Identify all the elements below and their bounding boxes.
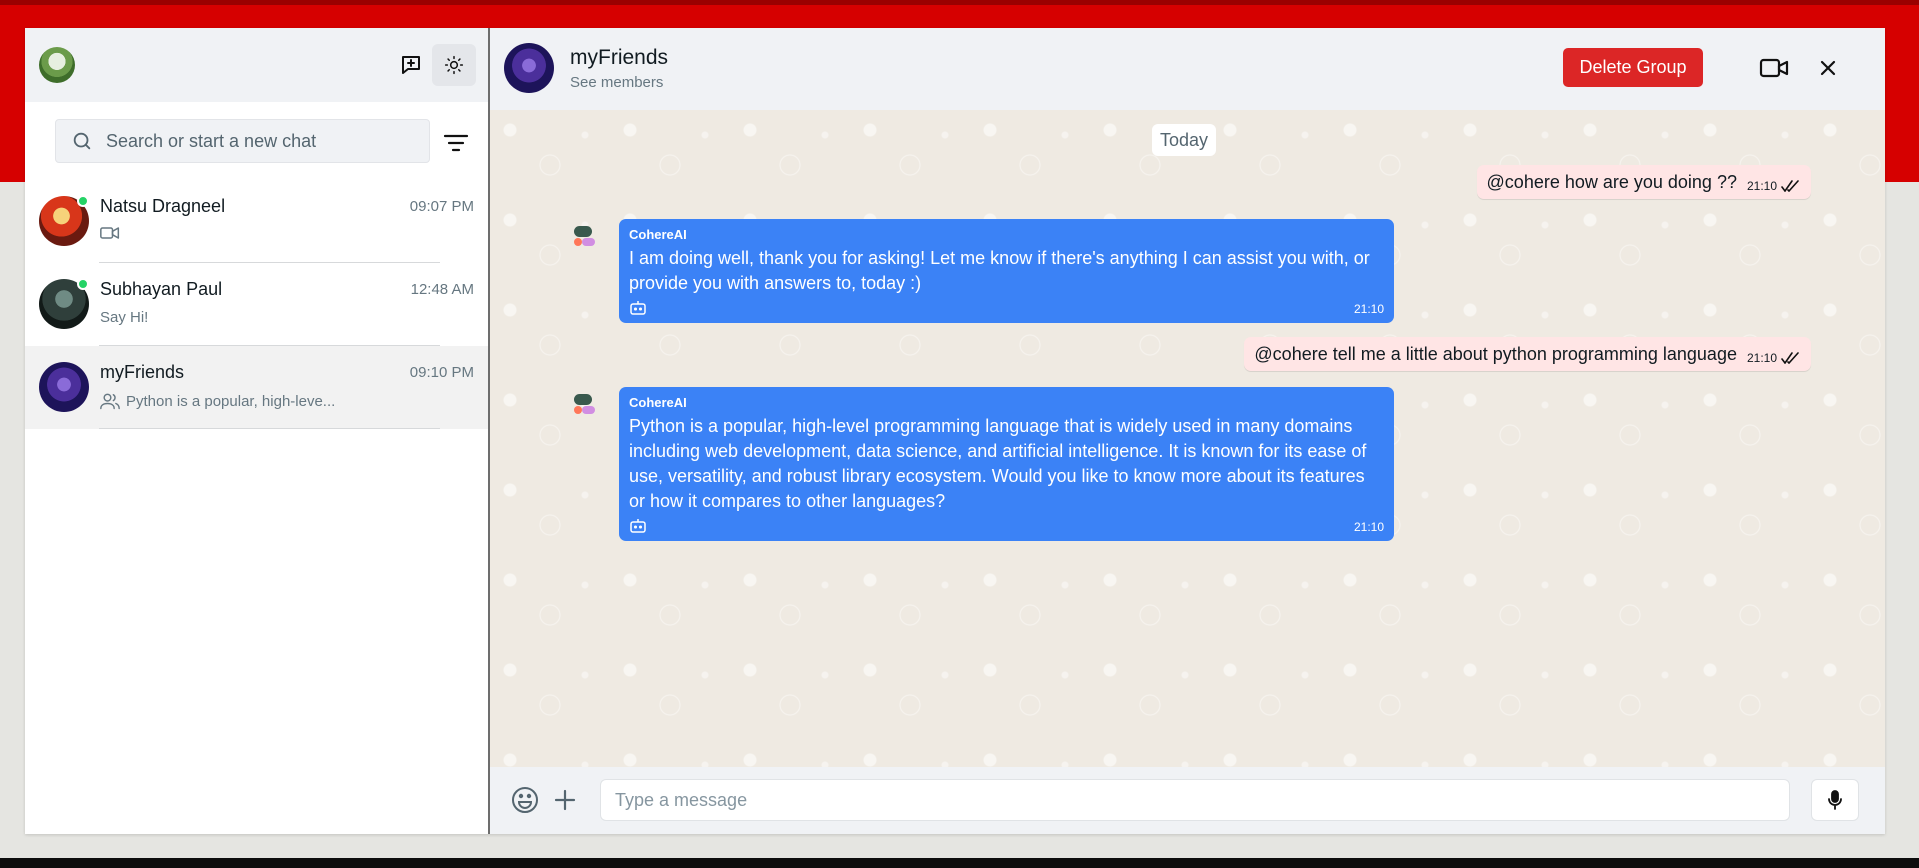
message-meta: 21:10 [1747, 179, 1799, 193]
cohere-avatar-icon [570, 222, 598, 250]
group-avatar[interactable] [504, 43, 554, 93]
bot-icon [630, 519, 646, 533]
sidebar-header [25, 28, 488, 102]
video-camera-icon [1759, 58, 1789, 78]
close-chat-button[interactable] [1813, 52, 1843, 84]
filter-icon [443, 134, 469, 152]
message-time: 21:10 [1746, 351, 1777, 365]
divider [99, 428, 440, 429]
close-icon [1820, 60, 1836, 76]
background-bottom-band [0, 858, 1919, 868]
filter-button[interactable] [441, 128, 471, 158]
voice-message-button[interactable] [1811, 779, 1859, 821]
chat-time: 12:48 AM [410, 281, 474, 298]
conversation-panel: myFriends See members Delete Group Today… [490, 28, 1885, 834]
bot-icon [630, 301, 646, 315]
attach-button[interactable] [552, 787, 578, 813]
incoming-message[interactable]: CohereAI I am doing well, thank you for … [619, 219, 1394, 323]
sun-icon [444, 55, 464, 75]
background-top-edge [0, 0, 1919, 5]
outgoing-message[interactable]: @cohere how are you doing ?? 21:10 [1476, 165, 1811, 199]
double-check-icon [1781, 352, 1799, 364]
online-status-dot [77, 195, 89, 207]
search-input[interactable] [106, 130, 406, 152]
chat-item-natsu-dragneel[interactable]: Natsu Dragneel 09:07 PM [25, 180, 488, 263]
message-area[interactable]: Today @cohere how are you doing ?? 21:10 [490, 110, 1885, 767]
outgoing-message[interactable]: @cohere tell me a little about python pr… [1244, 337, 1811, 371]
message-time: 21:10 [1353, 520, 1384, 534]
video-icon [100, 227, 120, 239]
see-members-link[interactable]: See members [570, 74, 663, 91]
chat-list: Natsu Dragneel 09:07 PM Subhayan Paul 12… [25, 180, 488, 429]
message-text: @cohere how are you doing ?? [1486, 171, 1737, 192]
message-sender: CohereAI [629, 395, 687, 410]
avatar [39, 362, 89, 412]
message-footer: 21:10 [629, 300, 1384, 316]
emoji-button[interactable] [510, 785, 540, 815]
message-text: @cohere tell me a little about python pr… [1254, 343, 1737, 364]
user-avatar[interactable] [39, 47, 75, 83]
chat-name: myFriends [100, 362, 185, 382]
online-status-dot [77, 278, 89, 290]
message-text: Python is a popular, high-level programm… [629, 416, 1367, 511]
message-footer: 21:10 [629, 518, 1384, 534]
plus-icon [554, 789, 576, 811]
cohere-avatar-icon [570, 390, 598, 418]
chat-name: Subhayan Paul [100, 279, 223, 299]
group-icon [100, 393, 120, 410]
message-text: I am doing well, thank you for asking! L… [629, 248, 1370, 293]
sidebar: Natsu Dragneel 09:07 PM Subhayan Paul 12… [25, 28, 490, 834]
delete-group-button[interactable]: Delete Group [1563, 48, 1703, 87]
search-bar [55, 119, 430, 163]
chat-preview-text: Python is a popular, high-leve... [126, 392, 336, 410]
message-time: 21:10 [1353, 302, 1384, 316]
message-input[interactable] [600, 779, 1790, 821]
conversation-title: myFriends [570, 46, 669, 69]
new-chat-icon [402, 56, 420, 74]
message-meta: 21:10 [1747, 351, 1799, 365]
chat-preview: Say Hi! [100, 309, 148, 326]
chat-item-subhayan-paul[interactable]: Subhayan Paul 12:48 AM Say Hi! [25, 263, 488, 346]
chat-item-myfriends[interactable]: myFriends 09:10 PM Python is a popular, … [25, 346, 488, 429]
message-time: 21:10 [1746, 179, 1777, 193]
chat-time: 09:10 PM [409, 364, 474, 381]
date-divider: Today [1152, 124, 1216, 156]
theme-toggle-button[interactable] [432, 44, 476, 86]
video-call-button[interactable] [1757, 52, 1791, 84]
microphone-icon [1828, 790, 1842, 810]
double-check-icon [1781, 180, 1799, 192]
chat-name: Natsu Dragneel [100, 196, 226, 216]
search-icon [70, 129, 94, 153]
chat-time: 09:07 PM [409, 198, 474, 215]
new-chat-button[interactable] [389, 44, 433, 86]
chat-app: Natsu Dragneel 09:07 PM Subhayan Paul 12… [25, 28, 1885, 834]
incoming-message[interactable]: CohereAI Python is a popular, high-level… [619, 387, 1394, 541]
chat-preview: Python is a popular, high-leve... [100, 392, 335, 410]
message-sender: CohereAI [629, 227, 687, 242]
conversation-header: myFriends See members Delete Group [490, 28, 1885, 110]
chat-preview-text: Say Hi! [100, 309, 149, 326]
chat-preview [100, 226, 126, 240]
emoji-icon [512, 787, 538, 813]
message-composer [490, 767, 1885, 834]
